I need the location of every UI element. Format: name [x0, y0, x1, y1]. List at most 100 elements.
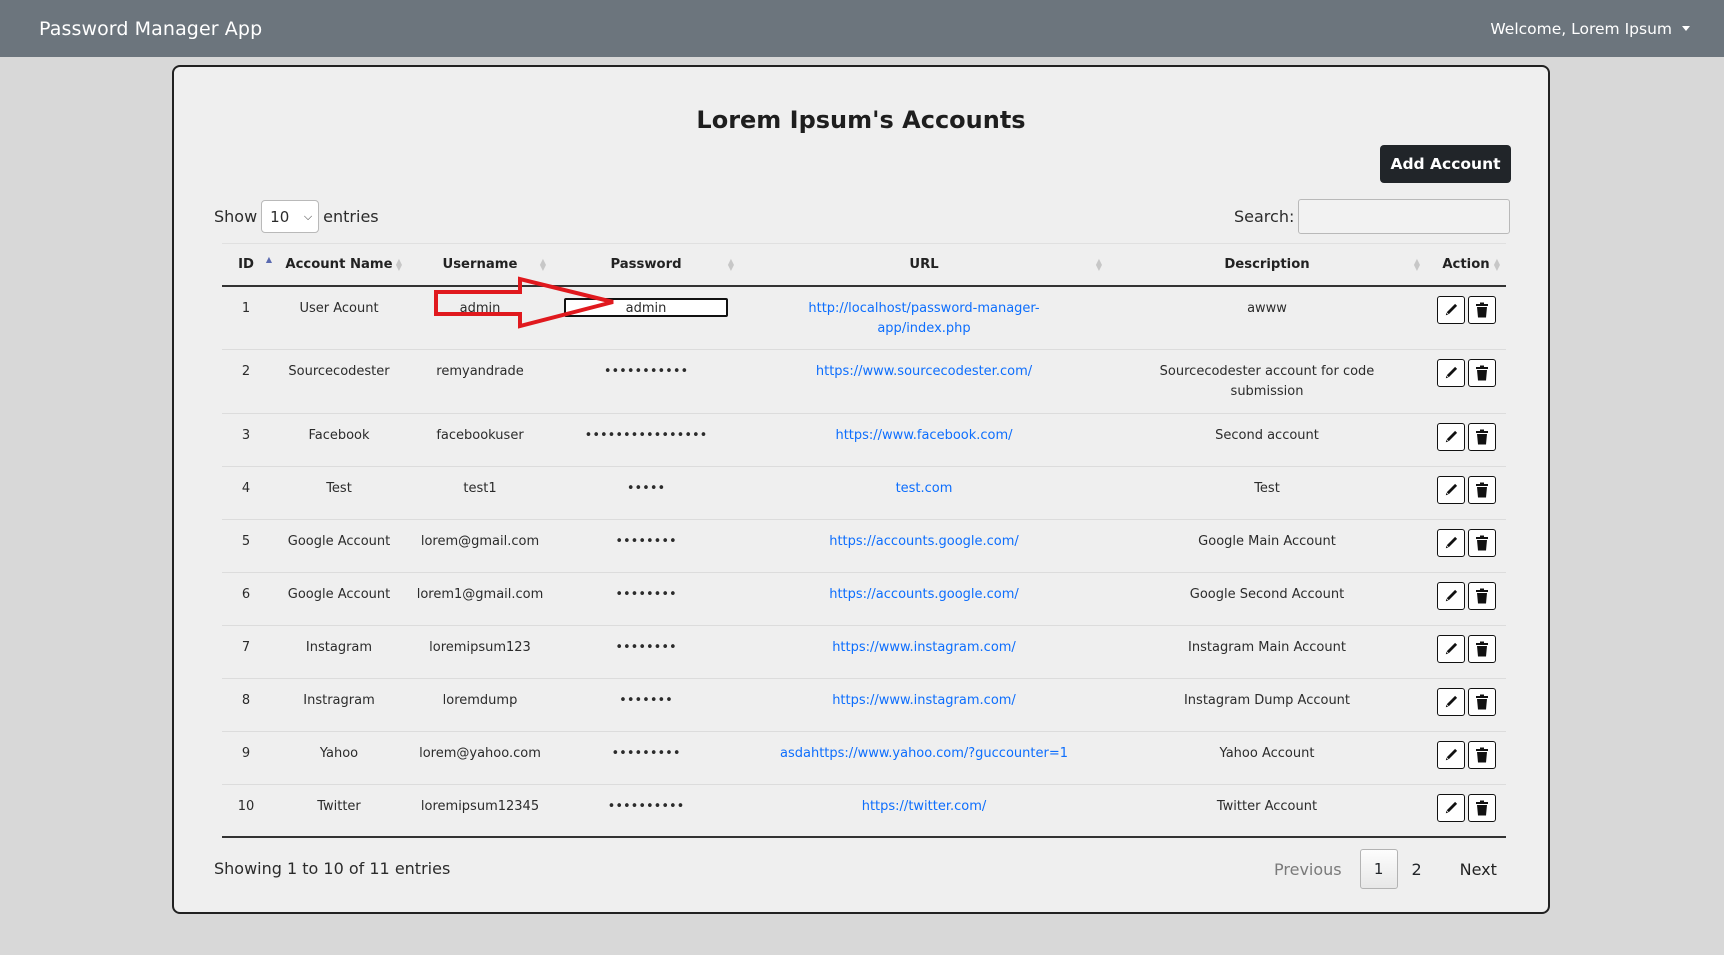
page-2-button[interactable]: 2 [1398, 849, 1436, 889]
cell-actions [1426, 350, 1506, 387]
url-link[interactable]: https://www.instagram.com/ [832, 693, 1016, 708]
cell-username: lorem@yahoo.com [408, 732, 552, 764]
previous-page-button[interactable]: Previous [1256, 860, 1360, 879]
pencil-icon [1445, 642, 1457, 655]
user-menu[interactable]: Welcome, Lorem Ipsum [1490, 20, 1690, 38]
delete-button[interactable] [1467, 635, 1496, 663]
sort-arrows-icon: ▲ ▼ [1413, 256, 1420, 272]
pencil-icon [1445, 366, 1457, 379]
cell-username-text: loremdump [442, 693, 518, 708]
delete-button[interactable] [1467, 529, 1496, 557]
app-brand[interactable]: Password Manager App [39, 18, 262, 40]
pencil-icon [1445, 303, 1457, 316]
delete-button[interactable] [1467, 359, 1496, 387]
pagination: Previous 1 2 Next [1256, 849, 1511, 889]
cell-password-text[interactable]: •••••••••••••••• [585, 428, 708, 443]
edit-button[interactable] [1436, 476, 1465, 504]
delete-button[interactable] [1467, 688, 1496, 716]
cell-description-text: Google Second Account [1189, 587, 1345, 602]
cell-account-name: Facebook [270, 414, 408, 446]
cell-password-text[interactable]: •••••••• [615, 640, 676, 655]
cell-account-name-text: Facebook [308, 428, 370, 443]
url-link[interactable]: https://accounts.google.com/ [829, 587, 1019, 602]
cell-password-text[interactable]: ••••••••• [611, 746, 680, 761]
url-link[interactable]: http://localhost/password-manager-app/in… [794, 299, 1054, 339]
url-link[interactable]: https://www.sourcecodester.com/ [816, 364, 1032, 379]
cell-password-text[interactable]: •••••••• [615, 534, 676, 549]
url-link[interactable]: asdahttps://www.yahoo.com/?guccounter=1 [780, 746, 1068, 761]
cell-id: 7 [222, 626, 270, 658]
column-header[interactable]: Description ▲ ▼ [1108, 257, 1426, 272]
delete-button[interactable] [1467, 582, 1496, 610]
cell-description: Test [1108, 467, 1426, 499]
column-header[interactable]: Action ▲ ▼ [1426, 257, 1506, 272]
column-header[interactable]: URL ▲ ▼ [740, 257, 1108, 272]
cell-password: ••••• [552, 467, 740, 499]
cell-username-text: facebookuser [436, 428, 524, 443]
trash-icon [1475, 694, 1488, 710]
chevron-down-icon: ⌵ [303, 209, 313, 223]
edit-button[interactable] [1436, 794, 1465, 822]
delete-button[interactable] [1467, 476, 1496, 504]
cell-id: 10 [222, 785, 270, 817]
cell-actions [1426, 520, 1506, 557]
delete-button[interactable] [1467, 741, 1496, 769]
edit-button[interactable] [1436, 635, 1465, 663]
column-header[interactable]: Password ▲ ▼ [552, 257, 740, 272]
cell-password-text[interactable]: •••••••••• [608, 799, 685, 814]
cell-account-name-text: Yahoo [319, 746, 359, 761]
page-1-button[interactable]: 1 [1359, 849, 1398, 889]
cell-password-text[interactable]: ••••• [627, 481, 665, 496]
column-header[interactable]: Username ▲ ▼ [408, 257, 552, 272]
url-link[interactable]: https://twitter.com/ [862, 799, 987, 814]
cell-url: https://www.instagram.com/ [740, 626, 1108, 658]
entries-per-page-select[interactable]: 10 ⌵ [261, 200, 320, 233]
url-link[interactable]: https://www.facebook.com/ [835, 428, 1012, 443]
cell-id-text: 4 [241, 481, 251, 496]
cell-account-name: Google Account [270, 520, 408, 552]
cell-account-name-text: Instragram [303, 693, 375, 708]
edit-button[interactable] [1436, 688, 1465, 716]
cell-password-text[interactable]: ••••••••••• [604, 364, 688, 379]
edit-button[interactable] [1436, 296, 1465, 324]
delete-button[interactable] [1467, 794, 1496, 822]
edit-button[interactable] [1436, 423, 1465, 451]
url-link[interactable]: https://accounts.google.com/ [829, 534, 1019, 549]
edit-button[interactable] [1436, 359, 1465, 387]
column-header[interactable]: ID ▲ [222, 256, 272, 273]
search-control: Search: [1234, 199, 1511, 234]
add-account-button[interactable]: Add Account [1380, 145, 1511, 183]
edit-button[interactable] [1436, 529, 1465, 557]
cell-description: Yahoo Account [1108, 732, 1426, 764]
cell-password-text[interactable]: •••••••• [615, 587, 676, 602]
url-link[interactable]: https://www.instagram.com/ [832, 640, 1016, 655]
cell-password-text[interactable]: ••••••• [619, 693, 673, 708]
sort-arrows-icon: ▲ ▼ [539, 256, 546, 272]
edit-button[interactable] [1436, 582, 1465, 610]
column-header[interactable]: Account Name ▲ ▼ [270, 257, 408, 272]
sort-arrows-icon: ▲ ▼ [395, 256, 402, 272]
revealed-password[interactable]: admin [564, 298, 728, 317]
cell-id-text: 3 [241, 428, 251, 443]
cell-id: 9 [222, 732, 270, 764]
table-body: 1 User Acount admin admin http://localhost/p… [222, 287, 1506, 838]
trash-icon [1475, 482, 1488, 498]
column-header-label: ID [238, 257, 254, 272]
cell-url: asdahttps://www.yahoo.com/?guccounter=1 [740, 732, 1108, 764]
table-row: 6 Google Account lorem1@gmail.com •••••••• h… [222, 573, 1506, 626]
cell-account-name-text: Instagram [305, 640, 373, 655]
cell-username: lorem@gmail.com [408, 520, 552, 552]
url-link[interactable]: test.com [896, 481, 953, 496]
delete-button[interactable] [1467, 296, 1496, 324]
cell-id: 1 [222, 287, 270, 319]
pencil-icon [1445, 536, 1457, 549]
delete-button[interactable] [1467, 423, 1496, 451]
cell-username-text: lorem1@gmail.com [416, 587, 544, 602]
cell-username: loremipsum12345 [408, 785, 552, 817]
next-page-button[interactable]: Next [1436, 860, 1511, 879]
cell-description: Sourcecodester account for code submissi… [1108, 350, 1426, 402]
entries-label: entries [323, 207, 379, 226]
search-input[interactable] [1298, 199, 1511, 234]
cell-description: Instagram Dump Account [1108, 679, 1426, 711]
edit-button[interactable] [1436, 741, 1465, 769]
